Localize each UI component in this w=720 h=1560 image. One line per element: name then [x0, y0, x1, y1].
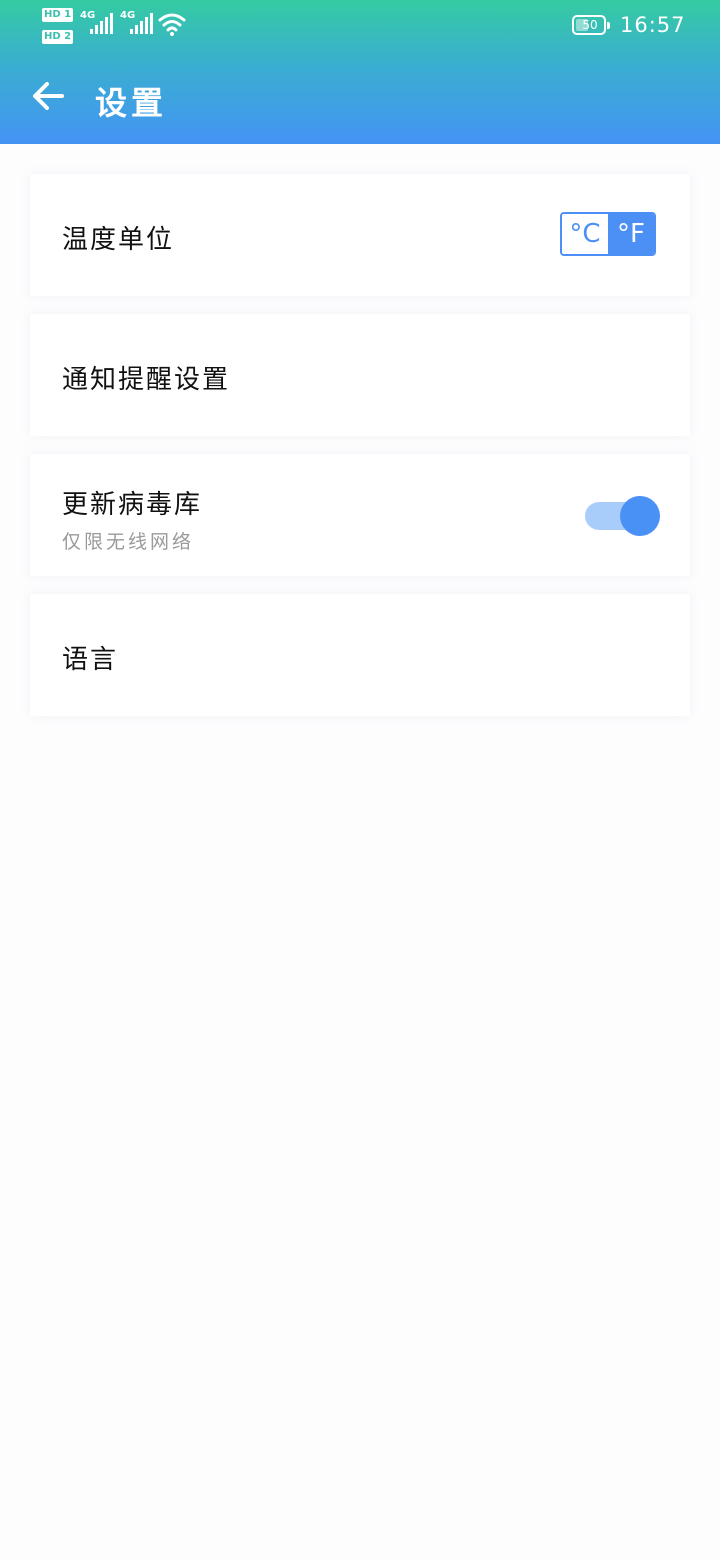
- battery-icon: 50: [572, 15, 610, 35]
- sim2-indicator: HD 2: [42, 30, 74, 44]
- battery-level: 50: [582, 18, 598, 32]
- notifications-label: 通知提醒设置: [62, 365, 231, 395]
- app-header: HD 1 HD 2 4G 4G 50 16:57 设置: [0, 0, 720, 144]
- sim2-label: HD 2: [42, 30, 74, 44]
- virus-db-toggle[interactable]: [585, 496, 661, 536]
- sim1-indicator: HD 1: [42, 8, 74, 22]
- setting-temperature-unit: 温度单位 °C °F: [30, 174, 690, 296]
- virus-db-label: 更新病毒库: [62, 490, 203, 520]
- signal-icon: 4G: [80, 10, 116, 34]
- fahrenheit-option[interactable]: °F: [608, 214, 654, 254]
- celsius-option[interactable]: °C: [562, 214, 608, 254]
- temperature-unit-switch[interactable]: °C °F: [560, 212, 656, 256]
- setting-notifications[interactable]: 通知提醒设置: [30, 314, 690, 436]
- sim1-label: HD 1: [42, 8, 74, 22]
- clock: 16:57: [620, 13, 686, 37]
- setting-virus-db-update: 更新病毒库 仅限无线网络: [30, 454, 690, 576]
- page-title: 设置: [95, 84, 168, 122]
- status-bar: HD 1 HD 2 4G 4G 50 16:57: [0, 0, 720, 52]
- temperature-unit-label: 温度单位: [62, 225, 175, 255]
- signal-icon: 4G: [120, 10, 156, 34]
- wifi-icon: [158, 13, 186, 36]
- back-arrow-icon[interactable]: [30, 78, 66, 114]
- virus-db-sublabel: 仅限无线网络: [62, 531, 195, 553]
- language-label: 语言: [62, 645, 119, 675]
- setting-language[interactable]: 语言: [30, 594, 690, 716]
